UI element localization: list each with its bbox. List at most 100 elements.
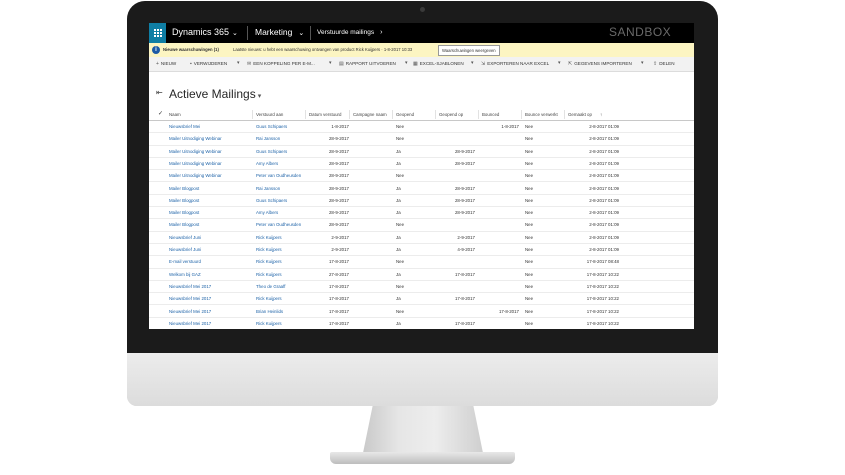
pin-icon[interactable]: ⇤ [156,88,163,97]
select-all-checkbox[interactable]: ✓ [158,110,163,117]
new-button[interactable]: + NIEUW [156,61,176,67]
cell-opened: Ja [396,197,401,203]
chevron-down-icon[interactable]: ▾ [237,60,240,66]
cell-name[interactable]: Nieuwsbrief Mei 2017 [169,321,211,326]
column-header[interactable]: Bounced [482,112,499,117]
cell-name[interactable]: Nieuwsbrief Juni [169,235,201,240]
app-switcher[interactable]: Dynamics 365 ⌄ [172,27,238,37]
table-row[interactable]: Mailer Uitnodiging Webinar Guus Schipaers… [149,145,694,158]
chevron-down-icon[interactable]: ▾ [329,60,332,66]
cell-name[interactable]: Mailer Uitnodiging Webinar [169,173,222,178]
share-button[interactable]: ⇪ DELEN [653,61,675,67]
table-row[interactable]: Mailer Uitnodiging Webinar Amy Albers 28-9… [149,157,694,171]
cell-bounce-processed: Nee [525,259,534,265]
cell-name[interactable]: Mailer Blogpost [169,210,199,215]
cell-recipient[interactable]: Theo de Graaff [256,284,285,289]
column-header[interactable]: Geopend [396,112,414,117]
app-name: Dynamics 365 [172,27,230,37]
cell-date-sent: 28-9-2017 [328,173,349,179]
table-row[interactable]: Nieuwsbrief Juni Rick Kuijpers 2-9-2017 Ja 4… [149,243,694,257]
table-row[interactable]: Nieuwsbrief Mei 2017 Theo de Graaff 17-8-2… [149,280,694,294]
column-header[interactable]: Campagne naam [353,112,387,117]
divider [310,26,311,40]
table-row[interactable]: Nieuwsbrief Mei 2017 Rick Kuijpers 17-8-20… [149,292,694,306]
sort-ascending-icon[interactable]: ↑ [600,112,602,117]
cell-recipient[interactable]: Guus Schipaers [256,149,287,154]
table-row[interactable]: Mailer Blogpost Peter van Oudheusden 28-9-… [149,218,694,232]
chevron-down-icon[interactable]: ▾ [471,60,474,66]
area-switcher[interactable]: Marketing ⌄ [255,27,304,37]
email-link-button[interactable]: ✉ EEN KOPPELING PER E-M... [247,61,315,67]
monitor-stand [363,406,483,453]
excel-templates-button[interactable]: ▦ EXCEL-SJABLONEN [413,61,464,67]
cell-recipient[interactable]: Peter van Oudheusden [256,173,301,178]
cell-recipient[interactable]: Rick Kuijpers [256,259,282,264]
cell-recipient[interactable]: Rick Kuijpers [256,321,282,326]
cell-recipient[interactable]: Rick Kuijpers [256,247,282,252]
column-header[interactable]: Naam [169,112,181,117]
import-data-button[interactable]: ⇱ GEGEVENS IMPORTEREN [568,61,632,67]
column-header[interactable]: Bounce verwerkt [525,112,558,117]
table-row[interactable]: Mailer Uitnodiging Webinar Rai Jansson 28-… [149,132,694,146]
column-header[interactable]: Gemaakt op [568,112,592,117]
cell-name[interactable]: Mailer Uitnodiging Webinar [169,149,222,154]
chevron-down-icon[interactable]: ▾ [641,60,644,66]
cell-opened-on: 28-9-2017 [454,160,475,166]
cell-recipient[interactable]: Rai Jansson [256,186,280,191]
cell-recipient[interactable]: Amy Albers [256,210,278,215]
cell-bounce-processed: Nee [525,124,534,129]
cell-name[interactable]: Nieuwsbrief Mei 2017 [169,309,211,314]
cell-name[interactable]: Welkom bij GAZ [169,272,201,277]
column-header[interactable]: Verstuurd aan [256,112,283,117]
monitor-stand-base [330,452,515,464]
cell-recipient[interactable]: Brian Heinlids [256,309,283,314]
table-row[interactable]: Nieuwsbrief Mei 2017 Rick Kuijpers 17-8-20… [149,317,694,329]
cell-created-on: 17-8-2017 10:22 [586,320,619,326]
column-separator [564,110,565,119]
cell-bounce-processed: Nee [525,197,534,203]
cell-name[interactable]: Mailer Blogpost [169,222,199,227]
chevron-down-icon[interactable]: ▾ [405,60,408,66]
cell-recipient[interactable]: Rick Kuijpers [256,272,282,277]
cell-date-sent: 17-8-2017 [328,259,349,265]
cell-recipient[interactable]: Rick Kuijpers [256,296,282,301]
cell-name[interactable]: Nieuwsbrief Mei 2017 [169,284,211,289]
cell-name[interactable]: Mailer Uitnodiging Webinar [169,136,222,141]
column-separator [349,110,350,119]
table-row[interactable]: Nieuwsbrief Mei Guus Schipaers 1-8-2017 Nee… [149,120,694,134]
column-header[interactable]: Datum verstuurd [309,112,341,117]
cell-name[interactable]: E-mail verstuurd [169,259,201,264]
show-alerts-button[interactable]: Waarschuwingen weergeven [438,45,500,56]
cell-recipient[interactable]: Rai Jansson [256,136,280,141]
chevron-down-icon[interactable]: ▾ [558,60,561,66]
table-row[interactable]: E-mail verstuurd Rick Kuijpers 17-8-2017 Ne… [149,255,694,269]
export-excel-button[interactable]: ⇲ EXPORTEREN NAAR EXCEL [481,61,549,67]
table-row[interactable]: Welkom bij GAZ Rick Kuijpers 27-8-2017 Ja 17… [149,268,694,281]
cell-recipient[interactable]: Guus Schipaers [256,124,287,129]
column-header[interactable]: Geopend op [439,112,463,117]
cell-created-on: 17-8-2017 10:22 [586,283,619,289]
cell-recipient[interactable]: Rick Kuijpers [256,235,282,240]
table-row[interactable]: Mailer Uitnodiging Webinar Peter van Oudh… [149,169,694,183]
table-row[interactable]: Mailer Blogpost Amy Albers 28-9-2017 Ja 28-9… [149,206,694,220]
view-selector[interactable]: Actieve Mailings ▾ [169,87,261,101]
app-launcher-icon[interactable] [149,23,166,43]
cell-name[interactable]: Mailer Blogpost [169,186,199,191]
cell-recipient[interactable]: Amy Albers [256,161,278,166]
cell-name[interactable]: Nieuwsbrief Juni [169,247,201,252]
table-row[interactable]: Mailer Blogpost Guus Schipaers 28-9-2017 Ja… [149,194,694,208]
column-separator [478,110,479,119]
cell-name[interactable]: Mailer Uitnodiging Webinar [169,161,222,166]
excel-icon: ▦ [413,61,418,67]
cell-recipient[interactable]: Guus Schipaers [256,198,287,203]
cell-name[interactable]: Nieuwsbrief Mei 2017 [169,296,211,301]
table-row[interactable]: Nieuwsbrief Mei 2017 Brian Heinlids 17-8-2… [149,305,694,318]
cell-name[interactable]: Mailer Blogpost [169,198,199,203]
cell-recipient[interactable]: Peter van Oudheusden [256,222,301,227]
cell-name[interactable]: Nieuwsbrief Mei [169,124,200,129]
table-row[interactable]: Nieuwsbrief Juni Rick Kuijpers 2-9-2017 Ja 2… [149,231,694,244]
table-row[interactable]: Mailer Blogpost Rai Jansson 28-9-2017 Ja 28-… [149,182,694,195]
run-report-button[interactable]: ▤ RAPPORT UITVOEREN [339,61,396,67]
entity-breadcrumb[interactable]: Verstuurde mailings › [317,29,382,36]
delete-button[interactable]: ▪ VERWIJDEREN [190,61,227,67]
